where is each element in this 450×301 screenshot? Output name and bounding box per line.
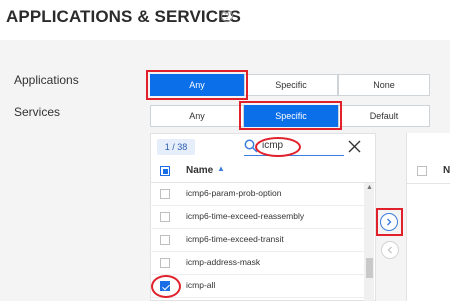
row-checkbox-checked[interactable] [160,281,170,291]
applications-specific-button[interactable]: Specific [244,74,338,96]
list-scrollbar[interactable] [364,183,374,301]
move-right-button[interactable] [380,213,398,231]
applications-none-button[interactable]: None [338,74,430,96]
name-column-header[interactable]: Name [186,165,213,176]
services-default-button[interactable]: Default [338,105,430,127]
search-underline [244,155,344,156]
list-item[interactable]: icmp-address-mask [150,252,364,275]
sort-ascending-icon[interactable]: ▲ [217,164,225,173]
help-icon[interactable] [221,10,233,22]
row-checkbox[interactable] [160,212,170,222]
row-checkbox[interactable] [160,258,170,268]
services-label: Services [14,105,61,119]
row-checkbox[interactable] [160,189,170,199]
services-any-button[interactable]: Any [150,105,244,127]
list-item[interactable]: icmp-all [150,275,364,298]
selection-count-badge: 1 / 38 [157,139,195,155]
list-item-label: icmp6-time-exceed-transit [186,234,284,244]
search-input[interactable] [262,138,300,153]
list-item-label: icmp6-time-exceed-reassembly [186,211,305,221]
list-item[interactable]: icmp6-param-prob-option [150,183,364,206]
chevron-right-icon [387,218,392,226]
scroll-up-icon[interactable]: ▲ [366,184,373,191]
list-item[interactable]: icmp6-time-exceed-reassembly [150,206,364,229]
move-left-button[interactable] [381,241,399,259]
row-checkbox[interactable] [160,235,170,245]
selected-select-all-checkbox[interactable] [417,166,427,176]
select-all-checkbox[interactable] [160,166,170,176]
list-header [150,160,376,183]
selected-name-column-header[interactable]: N [443,165,450,176]
selected-list-header-divider [406,183,450,184]
scroll-thumb[interactable] [366,258,373,278]
applications-label: Applications [14,73,79,87]
page-title: APPLICATIONS & SERVICES [6,7,241,26]
chevron-left-icon [387,246,392,254]
services-specific-button[interactable]: Specific [244,105,338,127]
list-item-label: icmp-all [186,280,216,290]
list-item[interactable]: icmp6-time-exceed-transit [150,229,364,252]
selected-services-panel [406,133,450,301]
list-item-label: icmp-address-mask [186,257,261,267]
close-icon[interactable] [348,140,361,153]
list-item-label: icmp6-param-prob-option [186,188,282,198]
search-icon[interactable] [244,139,258,153]
applications-any-button[interactable]: Any [150,74,244,96]
